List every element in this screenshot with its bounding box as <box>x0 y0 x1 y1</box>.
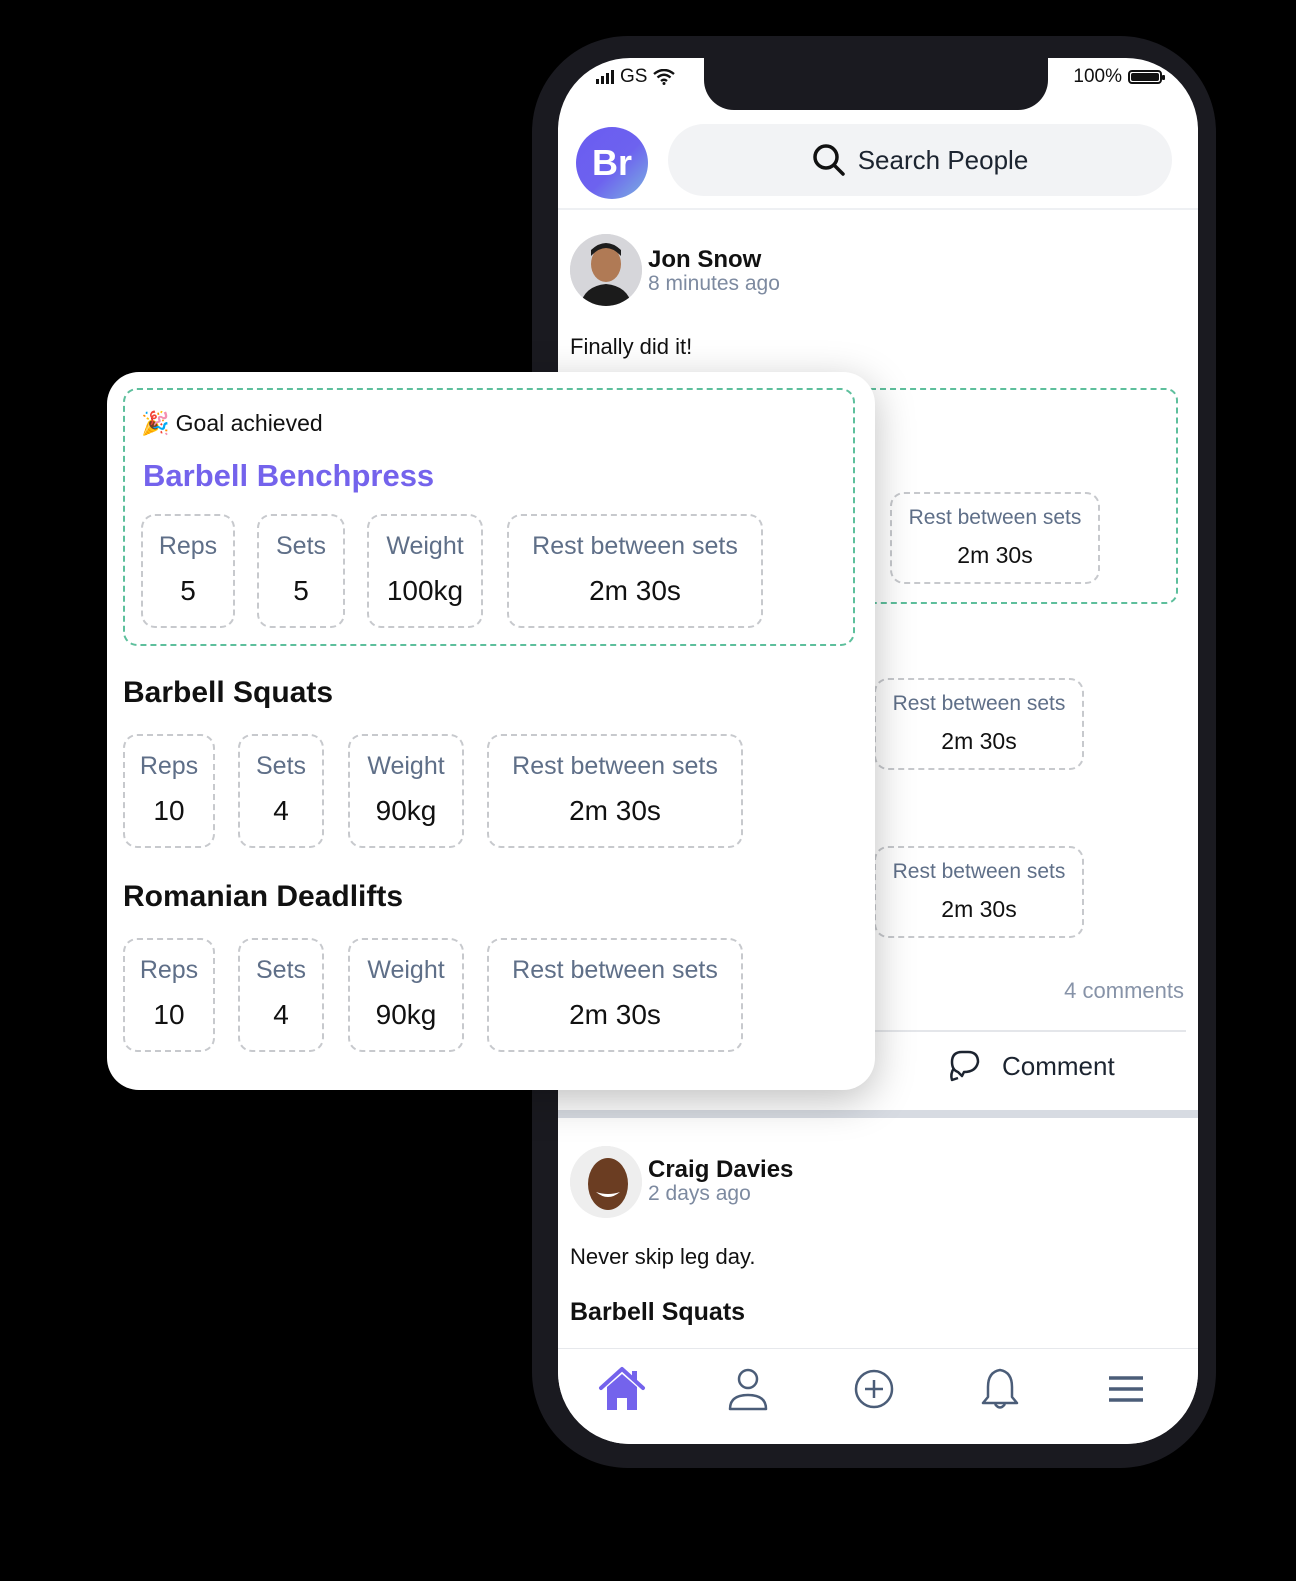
workout-card: 🎉 Goal achieved Barbell Benchpress Reps … <box>107 372 875 1090</box>
post-text: Never skip leg day. <box>570 1244 756 1269</box>
person-photo-icon <box>570 1146 642 1218</box>
bottom-tab-bar <box>558 1348 1198 1444</box>
stat-weight: Weight 90kg <box>348 938 464 1052</box>
search-icon <box>812 144 845 176</box>
notch <box>704 58 1048 110</box>
goal-achieved-label: 🎉 Goal achieved <box>141 410 323 436</box>
stat-reps: Reps 10 <box>123 734 215 848</box>
stat-reps: Reps 10 <box>123 938 215 1052</box>
comment-icon <box>950 1050 980 1082</box>
search-people-input[interactable]: Search People <box>668 124 1172 196</box>
signal-icon <box>596 70 614 84</box>
tab-profile[interactable] <box>722 1363 774 1415</box>
post-author[interactable]: Craig Davies <box>648 1156 793 1184</box>
stat-sets: Sets 5 <box>257 514 345 628</box>
party-popper-icon: 🎉 <box>141 410 170 436</box>
home-icon <box>599 1367 645 1410</box>
stat-rest-between-sets: Rest between sets 2m 30s <box>874 846 1084 938</box>
menu-icon <box>1109 1376 1143 1402</box>
carrier-label: GS <box>620 66 648 87</box>
stat-rest-between-sets: Rest between sets 2m 30s <box>487 734 743 848</box>
wifi-icon <box>653 69 676 85</box>
avatar-craig-davies[interactable] <box>570 1146 642 1218</box>
stat-sets: Sets 4 <box>238 938 324 1052</box>
stat-rest-between-sets: Rest between sets 2m 30s <box>487 938 743 1052</box>
goal-achieved-box: 🎉 Goal achieved Barbell Benchpress Reps … <box>123 388 855 646</box>
stat-rest-between-sets: Rest between sets 2m 30s <box>890 492 1100 584</box>
plus-circle-icon <box>854 1369 894 1409</box>
exercise-title: Romanian Deadlifts <box>123 880 404 913</box>
comment-button[interactable]: Comment <box>948 1048 1115 1084</box>
exercise-title: Barbell Benchpress <box>143 458 435 493</box>
bell-icon <box>981 1368 1019 1409</box>
stat-reps: Reps 5 <box>141 514 235 628</box>
top-bar: Br Search People <box>558 122 1198 210</box>
tab-menu[interactable] <box>1100 1363 1152 1415</box>
divider <box>874 1030 1186 1032</box>
avatar-jon-snow[interactable] <box>570 234 642 306</box>
search-placeholder: Search People <box>857 144 1029 175</box>
post-separator <box>558 1110 1198 1118</box>
comment-button-label: Comment <box>1002 1050 1115 1081</box>
battery-icon <box>1128 70 1165 84</box>
post-text: Finally did it! <box>570 334 693 359</box>
app-logo[interactable]: Br <box>576 127 648 199</box>
user-icon <box>728 1368 768 1411</box>
status-bar-right: 100% <box>1073 66 1165 88</box>
post-author[interactable]: Jon Snow <box>648 246 761 274</box>
post-time: 2 days ago <box>648 1182 751 1205</box>
tab-home[interactable] <box>596 1363 648 1415</box>
tab-notifications[interactable] <box>974 1363 1026 1415</box>
tab-add[interactable] <box>848 1363 900 1415</box>
battery-percent: 100% <box>1073 66 1122 87</box>
exercise-title: Barbell Squats <box>123 676 334 709</box>
stat-sets: Sets 4 <box>238 734 324 848</box>
comments-count[interactable]: 4 comments <box>1064 978 1184 1004</box>
stat-rest-between-sets: Rest between sets 2m 30s <box>507 514 763 628</box>
stat-rest-between-sets: Rest between sets 2m 30s <box>874 678 1084 770</box>
person-photo-icon <box>570 234 642 306</box>
stat-weight: Weight 90kg <box>348 734 464 848</box>
stat-weight: Weight 100kg <box>367 514 483 628</box>
exercise-name: Barbell Squats <box>570 1298 746 1326</box>
post-time: 8 minutes ago <box>648 272 780 295</box>
status-bar-left: GS <box>596 66 676 88</box>
